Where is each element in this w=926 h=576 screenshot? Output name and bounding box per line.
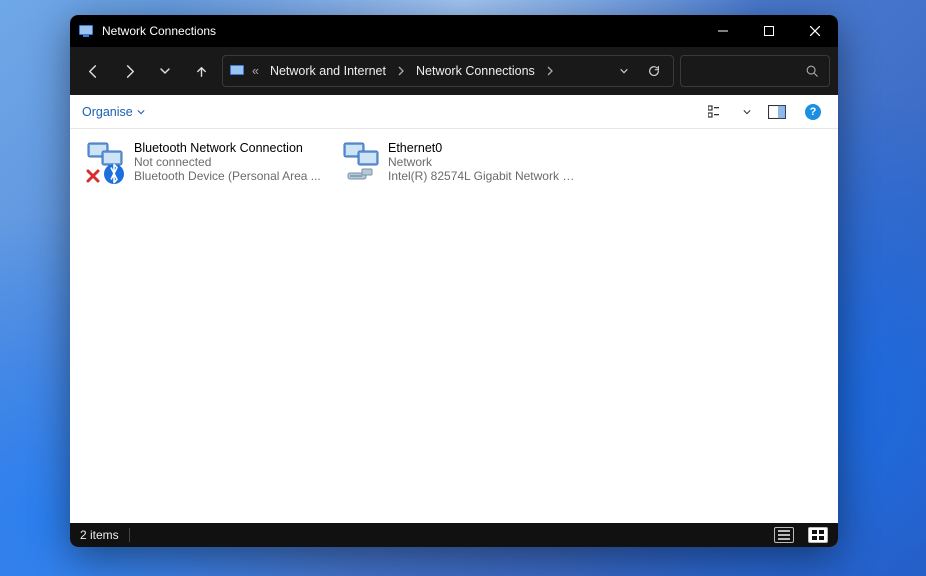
up-button[interactable] bbox=[186, 56, 216, 86]
connection-device: Intel(R) 82574L Gigabit Network C... bbox=[388, 169, 578, 183]
view-options-dropdown[interactable] bbox=[740, 100, 754, 124]
status-bar: 2 items bbox=[70, 523, 838, 547]
breadcrumb-network-connections[interactable]: Network Connections bbox=[412, 62, 539, 80]
item-count: 2 items bbox=[80, 528, 119, 542]
search-icon bbox=[805, 64, 819, 78]
forward-button[interactable] bbox=[114, 56, 144, 86]
content-area[interactable]: Bluetooth Network Connection Not connect… bbox=[70, 129, 838, 523]
connection-device: Bluetooth Device (Personal Area ... bbox=[134, 169, 324, 183]
breadcrumb-network-and-internet[interactable]: Network and Internet bbox=[266, 62, 390, 80]
address-history-button[interactable] bbox=[611, 58, 637, 84]
recent-locations-button[interactable] bbox=[150, 56, 180, 86]
close-button[interactable] bbox=[792, 15, 838, 47]
connection-status: Not connected bbox=[134, 155, 324, 169]
breadcrumb-overflow[interactable]: « bbox=[249, 64, 262, 78]
refresh-button[interactable] bbox=[641, 58, 667, 84]
command-bar: Organise ? bbox=[70, 95, 838, 129]
title-bar[interactable]: Network Connections bbox=[70, 15, 838, 47]
chevron-down-icon bbox=[137, 108, 145, 116]
connection-name: Ethernet0 bbox=[388, 141, 578, 155]
help-button[interactable]: ? bbox=[800, 100, 826, 124]
view-options-button[interactable] bbox=[704, 100, 730, 124]
app-icon bbox=[78, 23, 94, 39]
organise-menu[interactable]: Organise bbox=[82, 105, 145, 119]
back-button[interactable] bbox=[78, 56, 108, 86]
tiles-view-button[interactable] bbox=[808, 527, 828, 543]
connection-tile-ethernet[interactable]: Ethernet0 Network Intel(R) 82574L Gigabi… bbox=[332, 137, 582, 189]
status-divider bbox=[129, 528, 130, 542]
control-panel-icon bbox=[229, 63, 245, 79]
maximize-button[interactable] bbox=[746, 15, 792, 47]
chevron-right-icon[interactable] bbox=[543, 66, 557, 76]
connection-tile-bluetooth[interactable]: Bluetooth Network Connection Not connect… bbox=[78, 137, 328, 189]
organise-label: Organise bbox=[82, 105, 133, 119]
connection-name: Bluetooth Network Connection bbox=[134, 141, 324, 155]
address-bar[interactable]: « Network and Internet Network Connectio… bbox=[222, 55, 674, 87]
chevron-right-icon[interactable] bbox=[394, 66, 408, 76]
explorer-window: Network Connections bbox=[70, 15, 838, 547]
window-title: Network Connections bbox=[102, 24, 216, 38]
bluetooth-network-icon bbox=[84, 141, 132, 185]
minimize-button[interactable] bbox=[700, 15, 746, 47]
ethernet-network-icon bbox=[338, 141, 386, 185]
navigation-bar: « Network and Internet Network Connectio… bbox=[70, 47, 838, 95]
help-icon: ? bbox=[805, 104, 821, 120]
connection-status: Network bbox=[388, 155, 578, 169]
preview-pane-button[interactable] bbox=[764, 100, 790, 124]
search-box[interactable] bbox=[680, 55, 830, 87]
details-view-button[interactable] bbox=[774, 527, 794, 543]
